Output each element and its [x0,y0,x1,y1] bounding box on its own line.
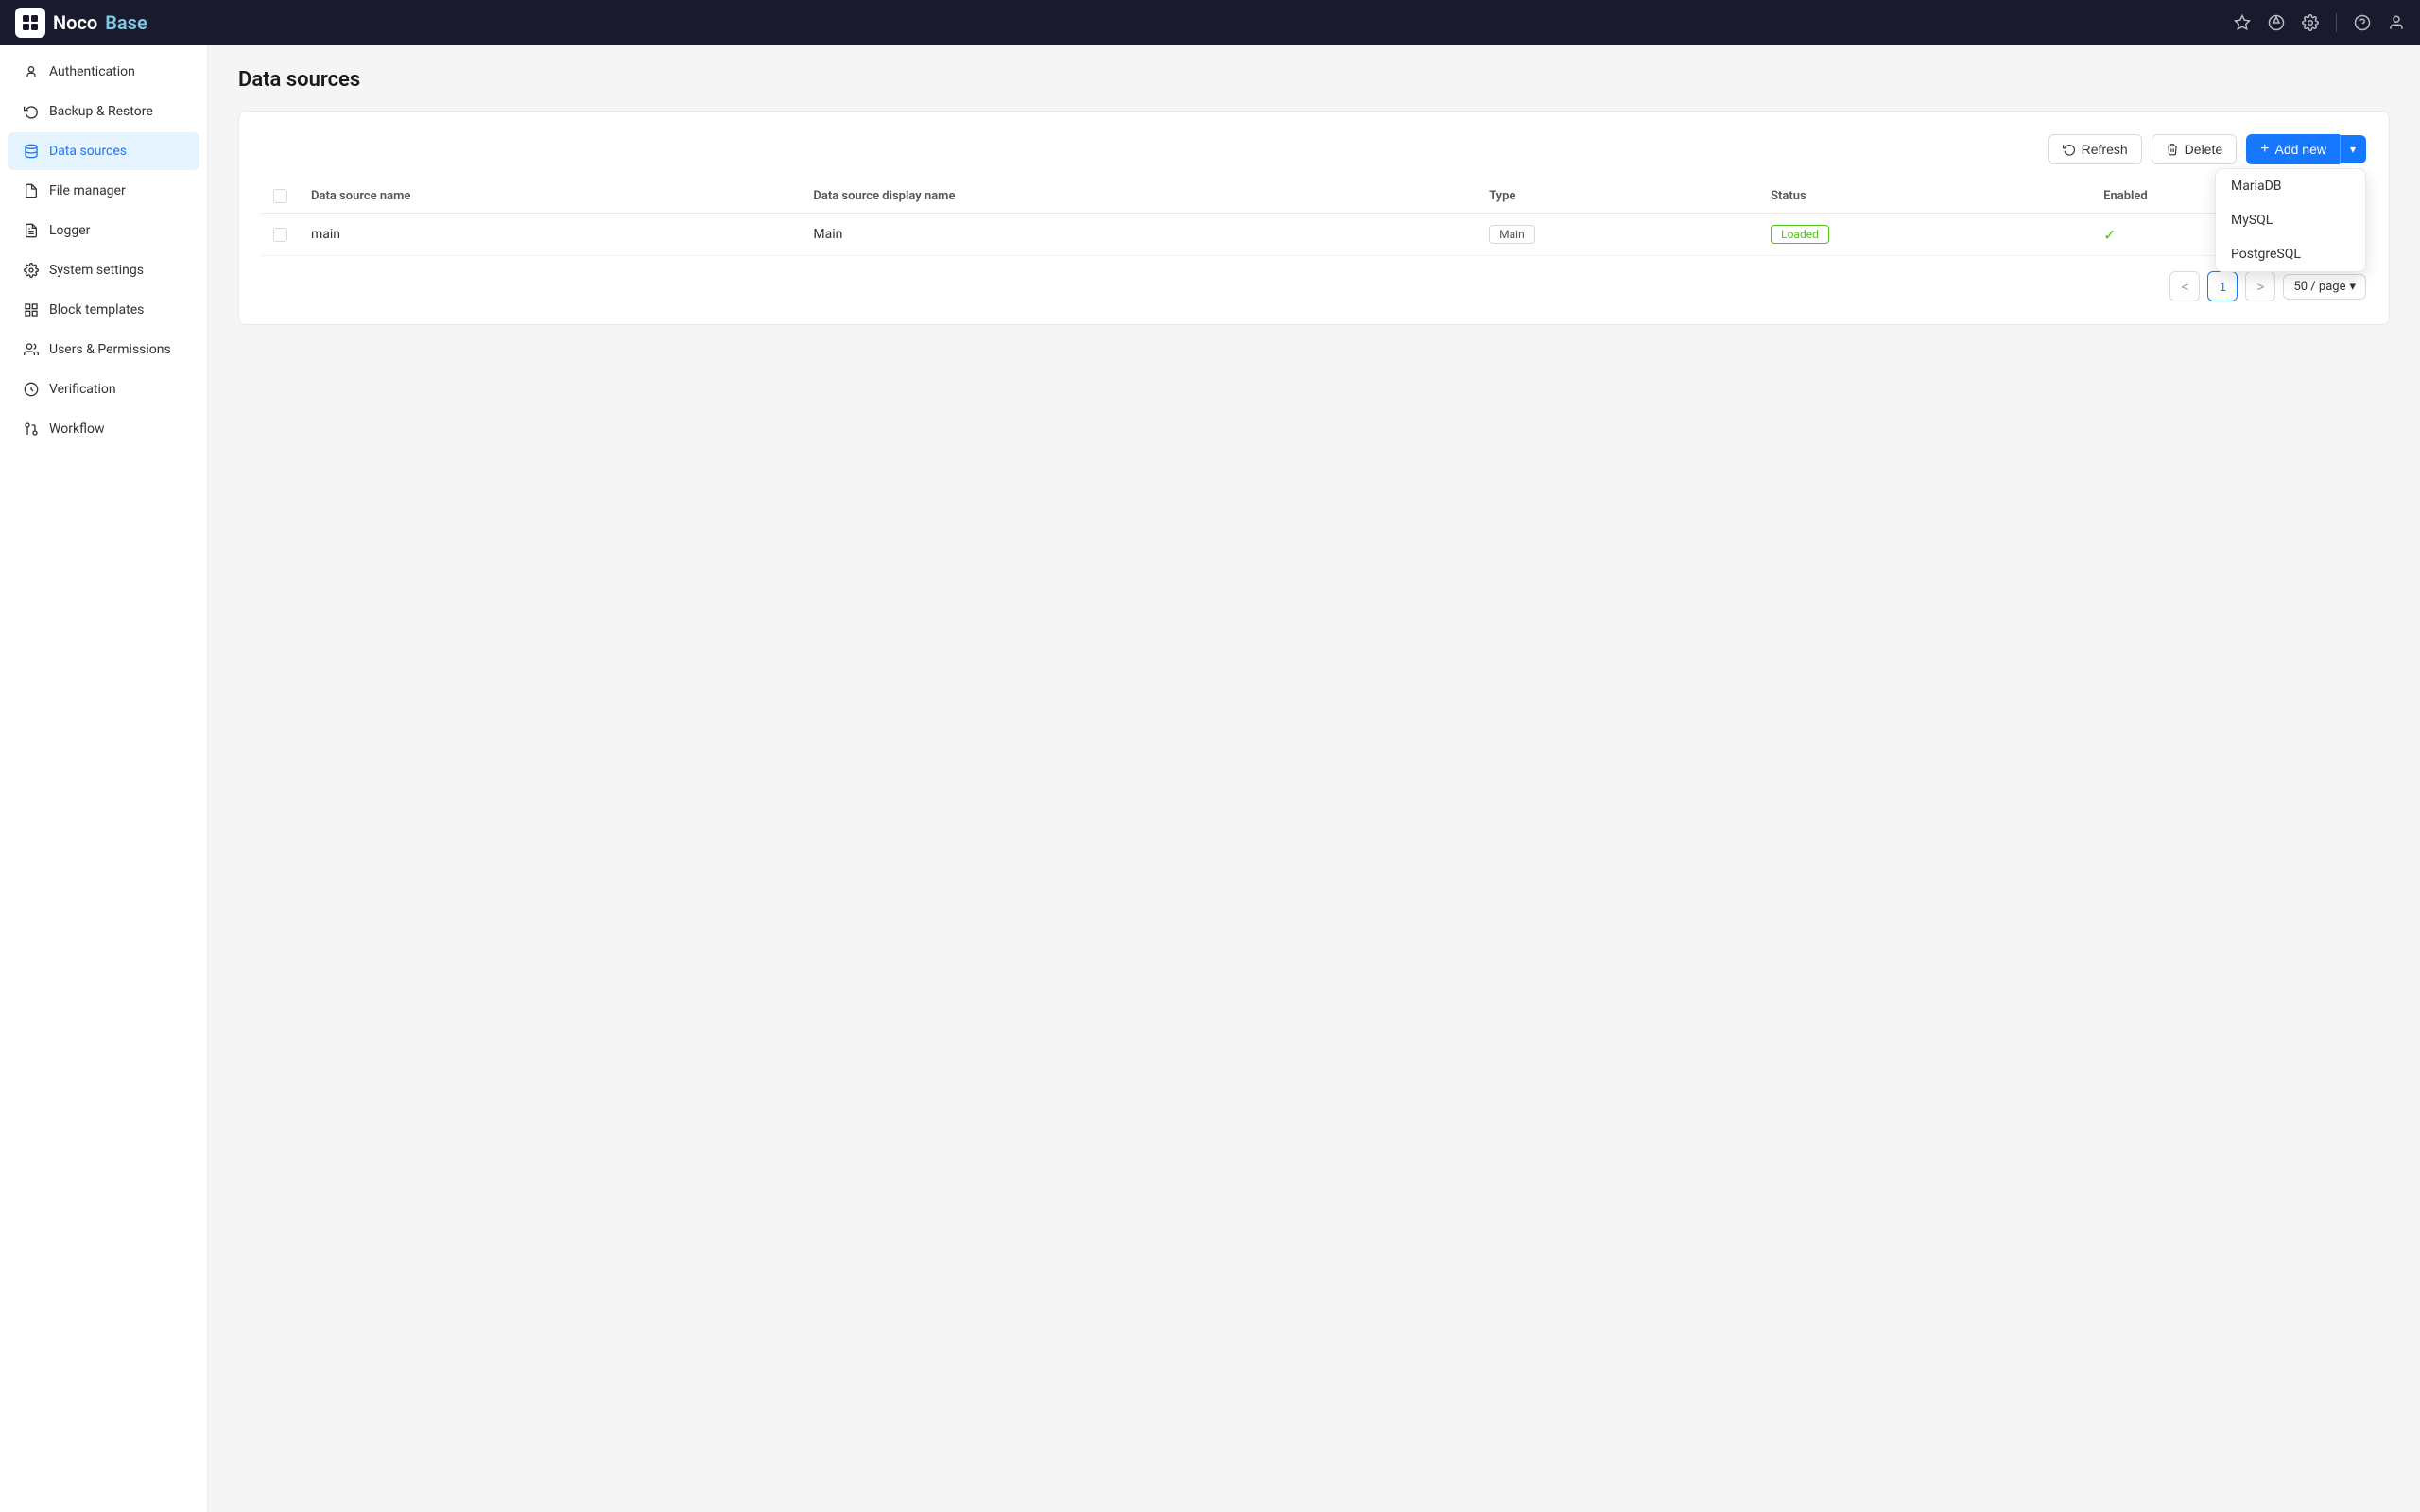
per-page-chevron-icon: ▾ [2349,280,2356,294]
row-name: main [300,214,802,256]
workflow-icon [23,421,40,437]
sidebar-label-data-sources: Data sources [49,144,127,159]
sidebar: Authentication Backup & Restore Data sou… [0,45,208,1512]
per-page-selector[interactable]: 50 / page ▾ [2283,274,2366,300]
rocket-icon[interactable] [2268,14,2285,31]
page-title: Data sources [238,68,2390,92]
help-icon[interactable] [2354,14,2371,31]
data-sources-table: Data source name Data source display nam… [262,180,2366,256]
add-new-split-button: + Add new ▾ MariaDB MySQL PostgreSQL [2246,134,2366,164]
main-content: Data sources Refresh Delete + Add new [208,45,2420,1512]
dropdown-item-postgresql[interactable]: PostgreSQL [2216,237,2365,271]
delete-icon [2166,143,2179,156]
col-header-display-name: Data source display name [802,180,1478,214]
dropdown-item-mysql[interactable]: MySQL [2216,203,2365,237]
backup-icon [23,104,40,119]
type-badge: Main [1489,225,1535,244]
verify-icon [23,382,40,397]
col-header-name: Data source name [300,180,802,214]
datasource-icon [23,144,40,159]
auth-icon [23,64,40,79]
page-1-button[interactable]: 1 [2207,271,2238,301]
add-new-label: Add new [2274,142,2325,157]
sidebar-item-authentication[interactable]: Authentication [8,53,199,91]
navbar-actions [2234,13,2405,32]
brand-name-part2: Base [105,11,147,34]
delete-label: Delete [2185,142,2222,157]
sidebar-label-verification: Verification [49,382,116,397]
sidebar-item-block-templates[interactable]: Block templates [8,291,199,329]
refresh-button[interactable]: Refresh [2048,134,2142,164]
row-status: Loaded [1759,214,2092,256]
navbar-divider [2336,13,2337,32]
sidebar-item-backup-restore[interactable]: Backup & Restore [8,93,199,130]
next-page-button[interactable]: > [2245,271,2275,301]
sidebar-item-users-permissions[interactable]: Users & Permissions [8,331,199,369]
settings-icon [23,263,40,278]
navbar: Noco Base [0,0,2420,45]
data-sources-card: Refresh Delete + Add new ▾ Ma [238,111,2390,325]
user-icon[interactable] [2388,14,2405,31]
plus-icon: + [2260,142,2269,157]
pagination: < 1 > 50 / page ▾ [262,271,2366,301]
table-row: main Main Main Loaded ✓ [262,214,2366,256]
app-layout: Authentication Backup & Restore Data sou… [0,45,2420,1512]
status-badge: Loaded [1771,225,1829,244]
sidebar-label-logger: Logger [49,223,90,238]
select-all-checkbox[interactable] [273,189,287,203]
app-logo[interactable]: Noco Base [15,8,147,38]
prev-page-button[interactable]: < [2169,271,2200,301]
block-icon [23,302,40,318]
sidebar-item-workflow[interactable]: Workflow [8,410,199,448]
brand-name-part1: Noco [53,11,97,34]
toolbar: Refresh Delete + Add new ▾ Ma [262,134,2366,164]
add-new-button[interactable]: + Add new [2246,134,2340,164]
sidebar-item-data-sources[interactable]: Data sources [8,132,199,170]
pin-icon[interactable] [2234,14,2251,31]
chevron-down-icon: ▾ [2350,143,2356,156]
row-checkbox[interactable] [273,228,287,242]
col-header-status: Status [1759,180,2092,214]
sidebar-label-block-templates: Block templates [49,302,144,318]
sidebar-label-backup-restore: Backup & Restore [49,104,153,119]
add-new-dropdown-menu: MariaDB MySQL PostgreSQL [2215,168,2366,272]
delete-button[interactable]: Delete [2152,134,2237,164]
row-display-name: Main [802,214,1478,256]
per-page-label: 50 / page [2293,280,2345,294]
sidebar-label-users-permissions: Users & Permissions [49,342,171,357]
logger-icon [23,223,40,238]
enabled-check-icon: ✓ [2103,226,2116,244]
col-header-type: Type [1478,180,1759,214]
file-icon [23,183,40,198]
sidebar-label-file-manager: File manager [49,183,126,198]
row-type: Main [1478,214,1759,256]
refresh-label: Refresh [2082,142,2128,157]
logo-icon [15,8,45,38]
users-icon [23,342,40,357]
dropdown-item-mariadb[interactable]: MariaDB [2216,169,2365,203]
gear-icon[interactable] [2302,14,2319,31]
sidebar-label-authentication: Authentication [49,64,135,79]
add-new-dropdown-button[interactable]: ▾ [2340,135,2366,163]
refresh-icon [2063,143,2076,156]
sidebar-item-verification[interactable]: Verification [8,370,199,408]
sidebar-item-system-settings[interactable]: System settings [8,251,199,289]
sidebar-item-file-manager[interactable]: File manager [8,172,199,210]
sidebar-label-workflow: Workflow [49,421,105,437]
sidebar-item-logger[interactable]: Logger [8,212,199,249]
sidebar-label-system-settings: System settings [49,263,144,278]
